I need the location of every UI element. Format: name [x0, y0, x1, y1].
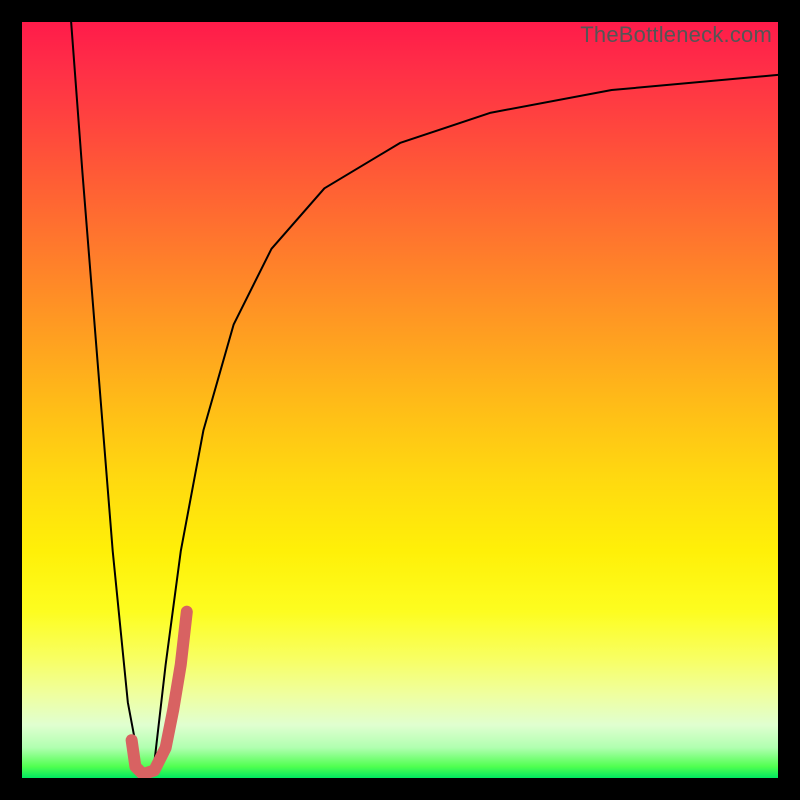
chart-frame: TheBottleneck.com	[0, 0, 800, 800]
series-group	[71, 22, 778, 774]
series-left-line	[71, 22, 139, 763]
watermark-text: TheBottleneck.com	[580, 22, 772, 48]
curve-layer	[22, 22, 778, 778]
plot-area: TheBottleneck.com	[22, 22, 778, 778]
series-right-curve	[154, 75, 778, 763]
series-marker-J	[132, 612, 187, 775]
